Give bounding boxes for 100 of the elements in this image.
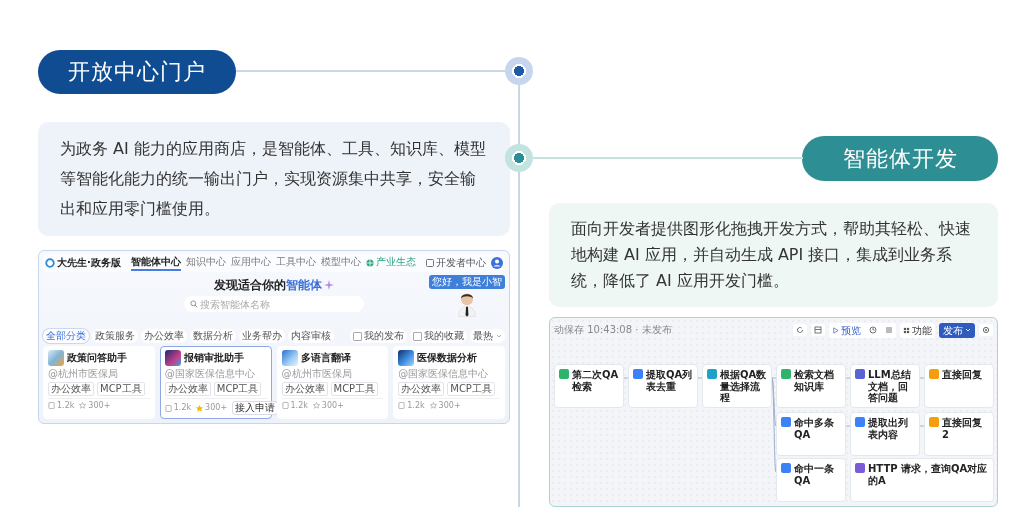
search-icon	[190, 300, 198, 309]
view-count: 1.2k	[290, 401, 308, 411]
connector-line	[919, 425, 925, 427]
settings-button[interactable]	[979, 324, 993, 336]
node-title: 根据QA数量选择流程	[720, 369, 767, 404]
section-description: 为政务 AI 能力的应用商店，是智能体、工具、知识库、模型等智能化能力的统一输出门户，实现资源集中共享，安全输出和应用零门槛使用。	[38, 122, 510, 236]
filter-label: 我的收藏	[424, 330, 464, 342]
tag: MCP工具	[330, 382, 379, 396]
refresh-button[interactable]	[793, 324, 807, 336]
refresh-icon	[796, 326, 804, 334]
user-avatar[interactable]	[491, 257, 503, 269]
globe-icon	[365, 259, 374, 267]
workflow-node[interactable]: 命中多条QA	[776, 412, 846, 456]
play-icon	[832, 326, 839, 334]
node-title: 检索文档知识库	[794, 369, 835, 392]
connector-line	[623, 377, 629, 379]
category-chip[interactable]: 业务帮办	[239, 329, 285, 343]
nav-tab[interactable]: 应用中心	[230, 255, 271, 271]
connector-line	[697, 377, 703, 379]
caret-icon	[496, 333, 502, 339]
timeline-node	[505, 57, 533, 85]
like-count: 300+	[321, 401, 344, 411]
nav-tab[interactable]: 工具中心	[275, 255, 316, 271]
agent-card[interactable]: 医保数据分析 @国家医保信息中心 办公效率 MCP工具 1.2k 300+	[393, 346, 505, 419]
search-field[interactable]: 搜索智能体名称	[184, 296, 364, 313]
nav-tab[interactable]: 模型中心	[320, 255, 361, 271]
agent-publisher: @杭州市医保局	[281, 368, 353, 380]
tag: 办公效率	[48, 382, 94, 396]
grid-icon	[903, 326, 910, 334]
like-count: 300+	[88, 401, 111, 411]
app-thumbnail	[164, 350, 181, 366]
agent-publisher: @国家医保信息中心	[398, 368, 490, 380]
settings-icon	[982, 326, 990, 334]
workflow-node[interactable]: 直接回复	[924, 364, 994, 408]
node-title: 命中一条QA	[794, 463, 835, 486]
nav-tab[interactable]: 智能体中心	[130, 255, 181, 271]
agent-card[interactable]: 政策问答助手 @杭州市医保局 办公效率 MCP工具 1.2k 300+	[43, 346, 155, 419]
workflow-node[interactable]: LLM总结文档，回答问题	[850, 364, 920, 408]
publish-button[interactable]: 发布	[939, 322, 975, 338]
sort-dropdown[interactable]: 最热	[470, 329, 505, 343]
node-title: LLM总结文档，回答问题	[868, 369, 912, 404]
app-thumbnail	[48, 350, 64, 366]
workflow-node[interactable]: 检索文档知识库	[776, 364, 846, 408]
view-count: 1.2k	[57, 401, 75, 411]
node-title: 直接回复	[942, 369, 982, 381]
workflow-node[interactable]: 直接回复 2	[924, 412, 994, 456]
tag: 办公效率	[281, 382, 328, 396]
filter-label: 我的发布	[364, 330, 404, 342]
tag: 办公效率	[398, 382, 445, 396]
document-icon	[398, 402, 406, 410]
like-count: 300+	[205, 403, 228, 413]
node-title: 提取出列表内容	[868, 417, 909, 440]
agent-title: 医保数据分析	[417, 352, 478, 364]
workflow-node[interactable]: 提取QA列表去重	[628, 364, 698, 408]
app-thumbnail	[398, 350, 415, 366]
connector-line	[845, 377, 851, 379]
layout-icon	[814, 326, 822, 334]
node-title: HTTP 请求，查询QA对应的A	[868, 463, 989, 486]
agent-publisher: @杭州市医保局	[48, 368, 119, 380]
node-title: 提取QA列表去重	[646, 369, 693, 392]
workflow-node[interactable]: 第二次QA检索	[554, 364, 624, 408]
connector-line	[919, 377, 925, 379]
layout-button[interactable]	[811, 324, 825, 336]
agent-title: 报销审批助手	[183, 352, 244, 364]
agent-card[interactable]: 多语言翻译 @杭州市医保局 办公效率 MCP工具 1.2k 300+	[276, 346, 389, 419]
code-window-icon	[426, 259, 434, 267]
section-title: 智能体开发	[802, 136, 998, 181]
app-thumbnail	[281, 350, 298, 366]
document-icon	[48, 402, 55, 410]
category-chip[interactable]: 办公效率	[141, 329, 187, 343]
category-chip[interactable]: 数据分析	[190, 329, 236, 343]
node-title: 命中多条QA	[794, 417, 835, 440]
connector-line	[845, 425, 851, 427]
clock-icon	[869, 326, 877, 334]
tag: MCP工具	[97, 382, 145, 396]
checkbox[interactable]	[353, 331, 362, 341]
category-chip[interactable]: 政策服务	[92, 329, 138, 343]
list-icon	[885, 326, 893, 334]
workflow-node[interactable]: 命中一条QA	[776, 458, 846, 502]
developer-center-link[interactable]: 开发者中心	[436, 257, 486, 269]
category-chip[interactable]: 全部分类	[43, 329, 89, 343]
workflow-node[interactable]: 根据QA数量选择流程	[702, 364, 772, 408]
view-count: 1.2k	[407, 401, 425, 411]
brand-name: 大先生·政务版	[57, 257, 121, 269]
agent-title: 政策问答助手	[67, 352, 127, 364]
node-title: 直接回复 2	[942, 417, 983, 440]
node-title: 第二次QA检索	[572, 369, 619, 392]
category-chip[interactable]: 内容审核	[288, 329, 334, 343]
workflow-node[interactable]: HTTP 请求，查询QA对应的A	[850, 458, 994, 502]
logo-icon	[45, 258, 55, 268]
section-description: 面向开发者提供图形化拖拽开发方式，帮助其轻松、快速地构建 AI 应用，并自动生成 API 接口，集成到业务系统，降低了 AI 应用开发门槛。	[549, 203, 998, 307]
features-button[interactable]: 功能	[900, 322, 935, 338]
nav-tab[interactable]: 知识中心	[185, 255, 226, 271]
tag: MCP工具	[447, 382, 495, 396]
assistant-greeting-bubble: 您好，我是小智	[429, 275, 505, 289]
agent-publisher: @国家医保信息中心	[164, 368, 256, 380]
workflow-node[interactable]: 提取出列表内容	[850, 412, 920, 456]
apply-button[interactable]: 接入申请	[232, 401, 279, 415]
checkbox[interactable]	[413, 331, 422, 341]
tag: 办公效率	[164, 382, 211, 396]
